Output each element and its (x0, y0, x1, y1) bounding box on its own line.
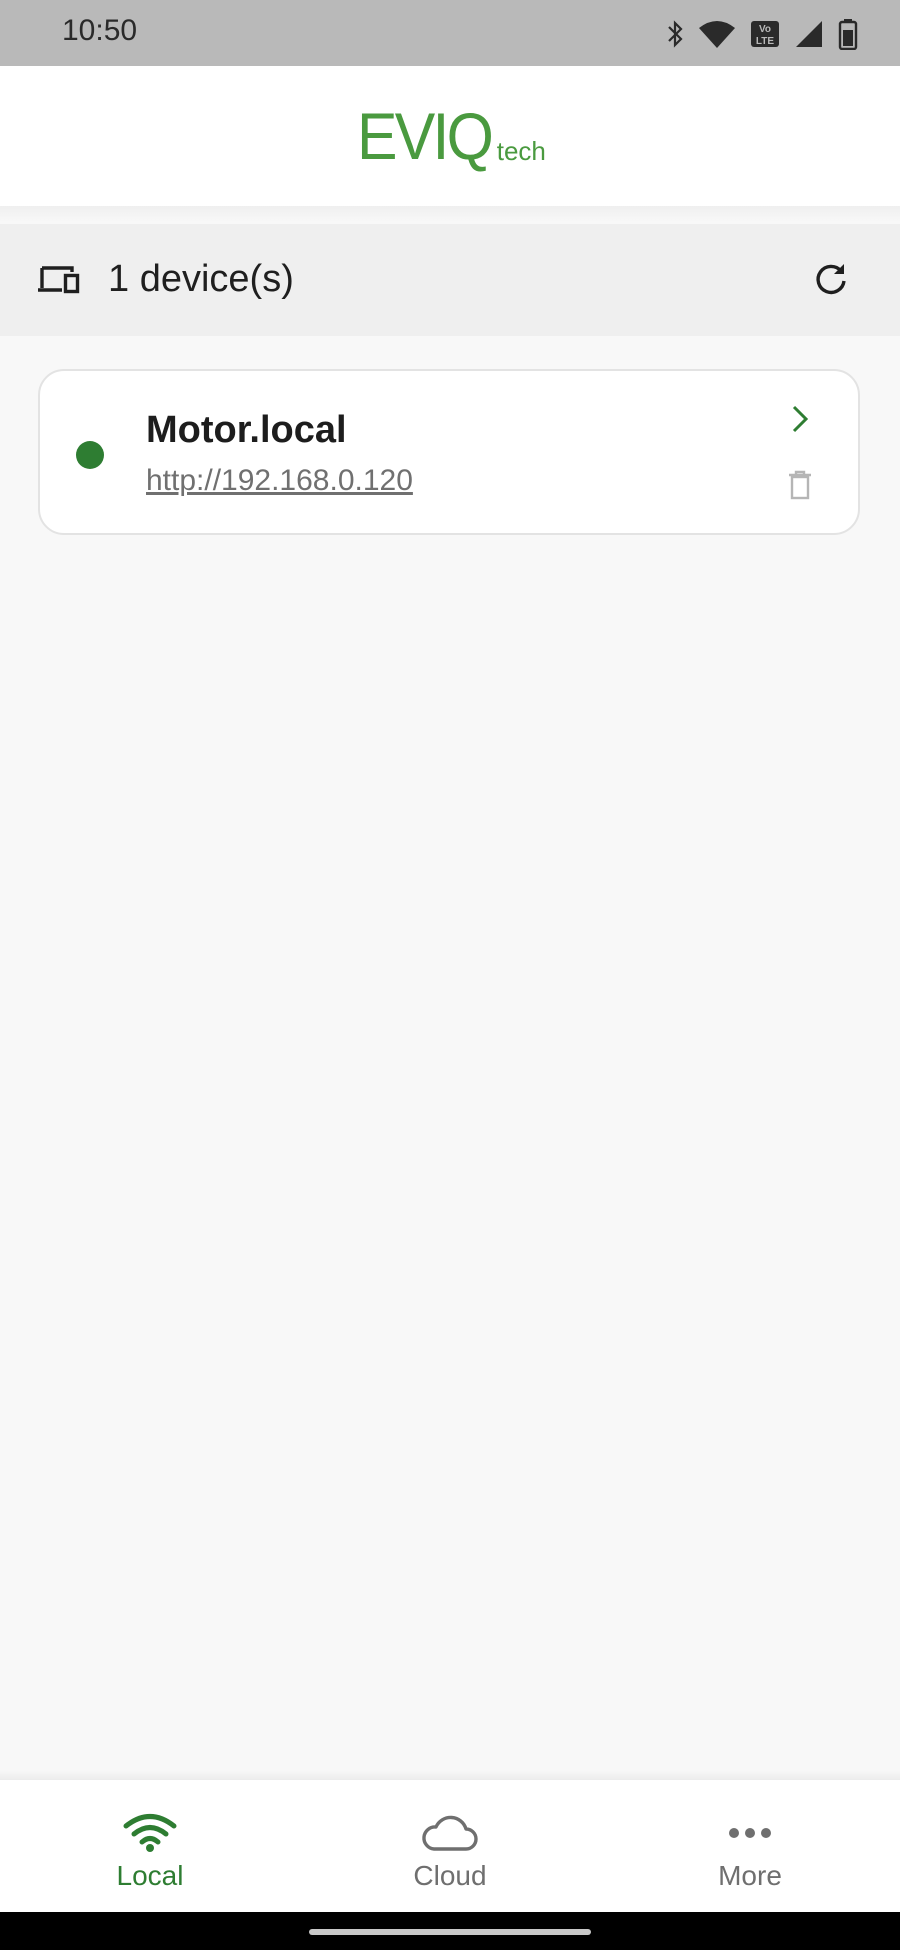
volte-icon: Vo LTE (750, 19, 780, 49)
bluetooth-icon (666, 19, 684, 49)
cloud-icon (420, 1810, 480, 1856)
more-horizontal-icon (720, 1810, 780, 1856)
trash-icon (787, 469, 813, 506)
nav-label-more: More (718, 1860, 782, 1891)
device-card[interactable]: Motor.local http://192.168.0.120 (38, 369, 860, 535)
svg-text:LTE: LTE (756, 36, 774, 47)
logo-sub-text: tech (496, 136, 546, 166)
devices-icon (36, 262, 82, 303)
battery-icon (838, 18, 858, 50)
open-device-button[interactable] (782, 403, 818, 439)
app-header: EVIQ tech (0, 66, 900, 206)
status-bar: 10:50 Vo LTE (0, 0, 900, 66)
header-divider (0, 206, 900, 222)
nav-label-cloud: Cloud (413, 1860, 487, 1891)
bottom-nav: Local Cloud More (0, 1780, 900, 1912)
refresh-button[interactable] (806, 256, 856, 306)
wifi-icon (120, 1810, 180, 1856)
chevron-right-icon (789, 404, 811, 439)
app-logo: EVIQ tech (357, 99, 546, 173)
device-status-dot (76, 441, 104, 469)
bottom-nav-divider (0, 1770, 900, 1780)
delete-device-button[interactable] (782, 467, 818, 507)
nav-label-local: Local (116, 1860, 184, 1891)
wifi-icon (698, 19, 736, 49)
device-url-link[interactable]: http://192.168.0.120 (146, 464, 413, 498)
logo-main-text: EVIQ (357, 99, 494, 173)
svg-text:Vo: Vo (759, 24, 771, 35)
status-icons: Vo LTE (666, 14, 858, 54)
nav-item-local[interactable]: Local (0, 1780, 300, 1912)
device-name: Motor.local (146, 409, 347, 451)
refresh-icon (813, 261, 849, 302)
gesture-handle[interactable] (309, 1929, 591, 1935)
nav-item-cloud[interactable]: Cloud (300, 1780, 600, 1912)
devices-header: 1 device(s) (0, 224, 900, 336)
gesture-bar (0, 1912, 900, 1950)
nav-item-more[interactable]: More (600, 1780, 900, 1912)
device-count-label: 1 device(s) (108, 258, 294, 300)
status-time: 10:50 (62, 14, 138, 47)
cell-signal-icon (794, 19, 824, 49)
